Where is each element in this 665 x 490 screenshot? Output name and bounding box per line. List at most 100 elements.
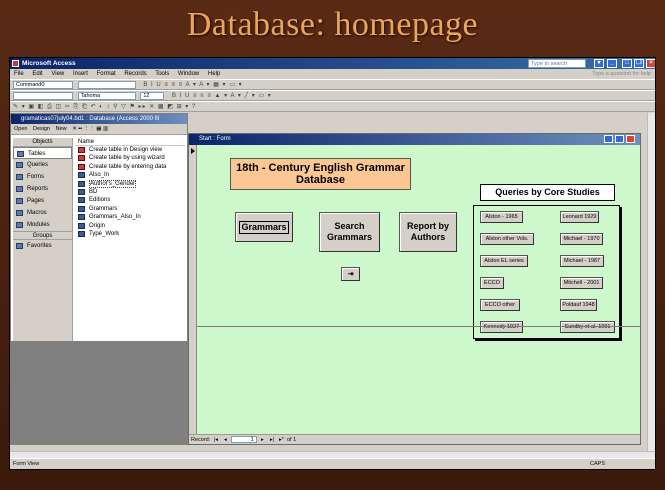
app-titlebar: Microsoft Access Type to search ▾ _ □ ❐ … [10,58,655,69]
maximize-button[interactable]: □ [622,59,632,68]
query-button[interactable]: Leonard 1929 [560,211,599,223]
object-reports[interactable]: Reports [13,183,72,195]
query-button[interactable]: Alston EL series [480,255,528,267]
query-button[interactable]: Kennedy 1927 [480,321,523,333]
list-item[interactable]: Create table in Design view [75,146,185,154]
table-icon [78,172,85,179]
list-item[interactable]: Author's_Gender [75,179,185,188]
query-button[interactable]: Poldauf 1948 [560,299,597,311]
grammars-button[interactable]: Grammars [235,212,293,242]
font-combo[interactable]: Tahoma [77,92,136,100]
search-grammars-button[interactable]: Search Grammars [319,212,380,252]
menu-help[interactable]: Help [208,71,220,77]
list-item[interactable]: Create table by using wizard [75,154,185,162]
db-open-button[interactable]: Open [14,126,27,132]
table-icon [78,197,85,204]
object-combo[interactable]: Command0 [13,81,73,89]
list-item[interactable]: Also_In [75,171,185,179]
style-combo[interactable] [77,81,136,89]
query-button[interactable]: ECCO [480,277,504,289]
next-record-button[interactable]: ▸ [258,435,266,445]
object-forms[interactable]: Forms [13,171,72,183]
form-minimize-button[interactable] [604,135,613,143]
object-macros[interactable]: Macros [13,207,72,219]
table-icon [17,151,24,157]
type-to-search-field[interactable]: Type to search [528,59,586,68]
object-queries[interactable]: Queries [13,159,72,171]
form-title-bar: Start : Form [189,134,640,145]
formatting-toolbar: Command0 B I U ≡ ≡ ≡ A ▾ A ▾ ▦ ▾ ▭ ▾ [10,79,655,90]
object-tables[interactable]: Tables [13,147,72,159]
menu-edit[interactable]: Edit [32,71,42,77]
object-list: Name Create table in Design view Create … [75,138,185,363]
list-item[interactable]: Grammars_Also_In [75,213,185,221]
status-bar: Form View CAPS [10,458,655,469]
object-modules[interactable]: Modules [13,219,72,231]
form-icon [16,174,23,180]
objects-header: Objects [13,138,72,147]
exit-door-icon[interactable]: ⇥ [341,267,360,281]
query-button[interactable]: Mitchell - 2001 [560,277,603,289]
list-item[interactable]: Editions [75,196,185,204]
access-app-icon [12,60,19,67]
format-icons[interactable]: B I U ≡ ≡ ≡ A ▾ A ▾ ▦ ▾ ▭ ▾ [143,80,242,90]
form-close-button[interactable] [626,135,635,143]
macro-icon [16,210,23,216]
group-favorites[interactable]: Favorites [13,240,72,252]
menu-format[interactable]: Format [97,71,116,77]
page-icon [16,198,23,204]
form-maximize-button[interactable] [615,135,624,143]
table-icon [78,214,85,221]
prev-record-button[interactable]: ◂ [221,435,229,445]
menu-view[interactable]: View [51,71,64,77]
menu-bar: File Edit View Insert Format Records Too… [10,69,655,79]
db-new-button[interactable]: New [56,126,67,132]
blank-combo[interactable] [13,92,73,100]
help-question-box[interactable]: Type a question for help [592,69,651,79]
db-design-button[interactable]: Design [33,126,50,132]
groups-header[interactable]: Groups [13,231,72,240]
queries-panel: Alston - 1965 Alston other Vols. Alston … [473,205,620,339]
menu-file[interactable]: File [14,71,24,77]
new-record-button[interactable]: ▸* [277,435,285,445]
menu-insert[interactable]: Insert [73,71,88,77]
list-item[interactable]: Create table by entering data [75,163,185,171]
table-icon [78,205,85,212]
standard-icons[interactable]: ✎ ▾ ▣ ◧ ⎙ ◫ ✂ ⎘ ⎗ ↶ ◐ ↕ ⚲ ▽ ⚑ ▸▸ ✕ ▦ ◩ ⊞… [13,102,196,112]
query-button[interactable]: ECCO other [480,299,520,311]
list-item[interactable]: BD [75,188,185,196]
object-pages[interactable]: Pages [13,195,72,207]
wizard-icon [78,163,85,170]
module-icon [16,222,23,228]
first-record-button[interactable]: |◂ [212,435,220,445]
report-by-authors-button[interactable]: Report by Authors [399,212,457,252]
main-vertical-scrollbar[interactable] [647,113,655,451]
last-record-button[interactable]: ▸| [268,435,276,445]
form-header: 18th - Century English Grammar Database [230,158,411,190]
table-icon [78,188,85,195]
record-number-field[interactable]: 1 [230,436,257,444]
db-view-icons[interactable]: ✕ ▪▪ ⋮⋮ ▦ ▥ [72,126,108,132]
query-button[interactable]: Michael - 1987 [560,255,604,267]
font-toolbar: Tahoma 12 B I U ≡ ≡ ≡ ▲ ▾ A ▾ ╱ ▾ ▭ ▾ [10,90,655,101]
search-go-icon[interactable]: ▾ [594,59,604,68]
list-item[interactable]: Origin [75,222,185,230]
list-name-header[interactable]: Name [75,138,185,146]
record-navigation: Record: |◂ ◂ 1 ▸ ▸| ▸* of 1 [189,434,640,444]
list-item[interactable]: Grammars [75,205,185,213]
font-size-combo[interactable]: 12 [140,92,165,100]
query-button[interactable]: Michael - 1970 [560,233,603,245]
font-style-icons[interactable]: B I U ≡ ≡ ≡ ▲ ▾ A ▾ ╱ ▾ ▭ ▾ [172,91,272,101]
menu-window[interactable]: Window [178,71,199,77]
minimize-button[interactable]: _ [607,59,617,68]
query-button[interactable]: Alston - 1965 [480,211,523,223]
form-title: Start : Form [199,136,231,142]
record-selector[interactable] [189,145,197,434]
menu-tools[interactable]: Tools [155,71,169,77]
close-button[interactable]: × [646,59,655,68]
restore-button[interactable]: ❐ [634,59,644,68]
menu-records[interactable]: Records [124,71,146,77]
query-button[interactable]: Sundby et al. 1991 [560,321,615,333]
list-item[interactable]: Type_Work [75,230,185,238]
query-button[interactable]: Alston other Vols. [480,233,534,245]
